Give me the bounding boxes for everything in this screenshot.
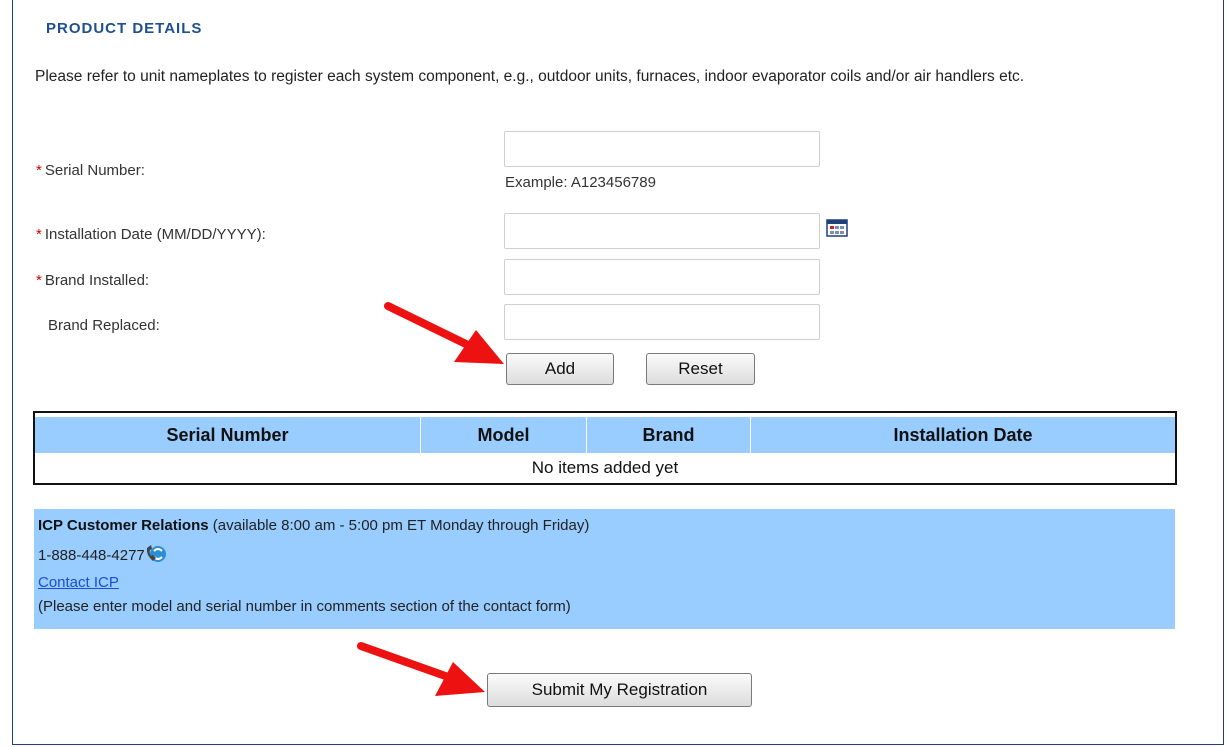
components-table: Serial Number Model Brand Installation D…	[33, 411, 1177, 485]
customer-relations-panel: ICP Customer Relations (available 8:00 a…	[34, 509, 1175, 629]
column-header-serial-number: Serial Number	[35, 417, 421, 453]
serial-number-input[interactable]	[504, 131, 820, 167]
column-header-installation-date: Installation Date	[893, 425, 1033, 445]
calendar-icon[interactable]	[826, 219, 848, 237]
click-to-call-icon[interactable]	[146, 544, 168, 564]
page-frame	[12, 0, 1224, 745]
phone-line: 1-888-448-4277	[38, 544, 168, 564]
column-header-model: Model	[421, 417, 587, 453]
column-header-brand: Brand	[587, 417, 751, 453]
reset-button[interactable]: Reset	[646, 353, 755, 385]
intro-text: Please refer to unit nameplates to regis…	[35, 68, 1025, 85]
red-arrow-icon	[357, 642, 485, 696]
customer-relations-title: ICP Customer Relations	[38, 517, 209, 534]
brand-replaced-label: Brand Replaced:	[48, 317, 160, 334]
add-button[interactable]: Add	[506, 353, 614, 385]
brand-installed-input[interactable]	[504, 259, 820, 295]
contact-form-note: (Please enter model and serial number in…	[38, 598, 571, 615]
required-mark: *	[36, 162, 42, 179]
brand-replaced-input[interactable]	[504, 304, 820, 340]
installation-date-label: * Installation Date (MM/DD/YYYY):	[36, 226, 266, 243]
customer-relations-hours: ICP Customer Relations (available 8:00 a…	[38, 517, 590, 534]
contact-icp-link[interactable]: Contact ICP	[38, 574, 119, 591]
red-arrow-icon	[384, 302, 504, 364]
serial-example-text: Example: A123456789	[505, 174, 656, 191]
brand-installed-label: * Brand Installed:	[36, 272, 150, 289]
required-mark: *	[36, 226, 42, 243]
table-header: Serial Number Model Brand Installation D…	[35, 417, 1175, 453]
serial-number-label: * Serial Number:	[36, 162, 145, 179]
submit-registration-button[interactable]: Submit My Registration	[487, 673, 752, 707]
table-empty-message: No items added yet	[531, 458, 679, 477]
section-title: PRODUCT DETAILS	[46, 20, 203, 37]
required-mark: *	[36, 272, 42, 289]
installation-date-input[interactable]	[504, 213, 820, 249]
phone-number: 1-888-448-4277	[38, 547, 145, 564]
